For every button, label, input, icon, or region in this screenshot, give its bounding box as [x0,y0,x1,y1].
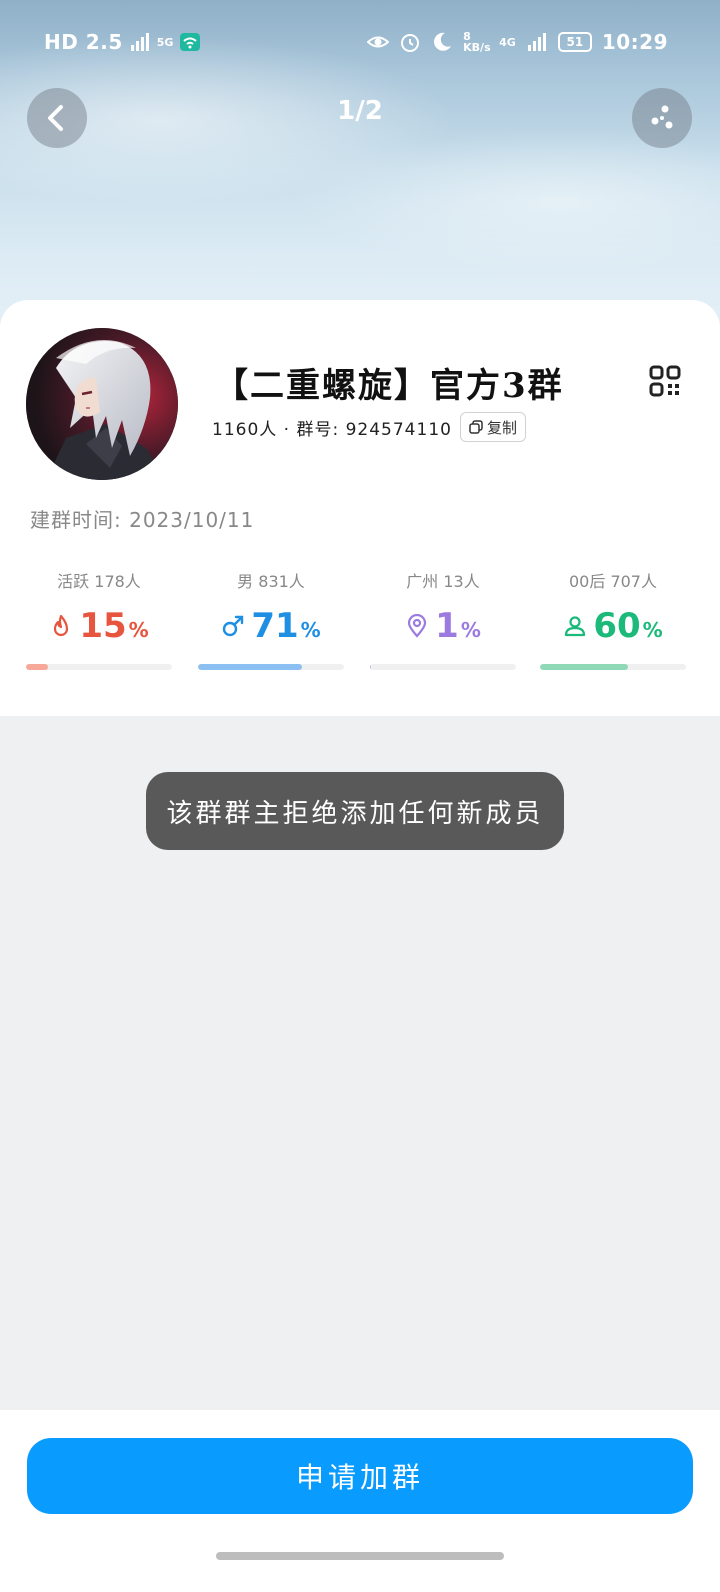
stat-progress-fill [540,664,628,670]
home-indicator[interactable] [216,1552,504,1560]
stat-progress-track [26,664,172,670]
signal-bars-icon [130,33,149,51]
copy-icon [469,420,483,434]
stat-unit: % [128,618,149,642]
group-meta-row: 1160人 · 群号: 924574110 复制 [212,412,526,442]
group-name: 【二重螺旋】官方3群 [214,366,564,406]
stat-number: 60 [593,606,641,646]
qr-code-icon[interactable] [648,364,682,398]
apply-join-group-button[interactable]: 申请加群 [27,1438,693,1514]
member-count-and-id: 1160人 · 群号: 924574110 [212,419,452,440]
screen: HD 2.5 5G 8 KB/s 4G 51 10:29 1/2 【二重螺旋】官… [0,0,720,1592]
stat-male: 男 831人 71 % [198,562,344,674]
stat-label: 男 831人 [237,572,305,591]
person-icon [565,616,586,637]
stat-label: 广州 13人 [406,572,480,591]
chevron-left-icon [48,105,63,131]
stat-active: 活跃 178人 15 % [26,562,172,674]
battery-level: 51 [566,34,584,49]
alarm-icon [401,34,420,52]
copy-button-label: 复制 [486,418,517,437]
page-indicator: 1/2 [337,96,383,126]
stat-progress-track [370,664,516,670]
group-created-date: 建群时间: 2023/10/11 [30,508,255,532]
eye-icon [367,36,390,48]
stat-label: 00后 707人 [569,572,657,591]
male-icon [223,615,244,637]
status-left: HD 2.5 5G [44,30,201,54]
status-left-text: HD 2.5 [44,30,123,54]
copy-group-id-button[interactable]: 复制 [459,412,526,442]
network-type-label: 5G [156,35,174,49]
stat-label: 活跃 178人 [57,572,141,591]
stat-number: 1 [435,606,459,646]
status-right: 8 KB/s 4G 51 10:29 [367,30,668,54]
stat-progress-fill [26,664,48,670]
flame-icon [54,614,69,637]
bottom-action-bar: 申请加群 [0,1410,720,1592]
group-info-card: 【二重螺旋】官方3群 1160人 · 群号: 924574110 复制 建群时间… [0,300,720,716]
stat-progress-track [540,664,686,670]
share-button[interactable] [632,88,692,148]
network-speed: 8 KB/s [463,30,491,54]
stat-location: 广州 13人 1 % [370,562,516,674]
toast-message: 该群群主拒绝添加任何新成员 [146,772,564,850]
wifi-icon [180,33,201,51]
stat-unit: % [460,618,481,642]
stat-progress-fill [370,664,372,670]
stat-value: 1 % [370,606,516,646]
avatar-image [26,328,178,480]
stat-number: 71 [251,606,299,646]
stat-unit: % [300,618,321,642]
stat-value: 71 % [198,606,344,646]
clock: 10:29 [601,30,668,54]
share-icon [651,105,673,129]
status-bar: HD 2.5 5G 8 KB/s 4G 51 10:29 [0,26,720,62]
cell-signal-icon [527,33,546,51]
group-avatar[interactable] [26,328,178,480]
moon-icon [434,32,452,51]
location-icon [408,614,427,638]
mobile-network-label: 4G [499,35,516,49]
group-stats: 活跃 178人 15 % 男 831人 71 % 广州 13人 1 % 00后 … [26,562,694,674]
stat-value: 15 % [26,606,172,646]
stat-progress-track [198,664,344,670]
stat-value: 60 % [540,606,686,646]
stat-number: 15 [79,606,127,646]
battery-icon: 51 [557,32,592,52]
stat-age: 00后 707人 60 % [540,562,686,674]
back-button[interactable] [27,88,87,148]
stat-unit: % [642,618,663,642]
stat-progress-fill [198,664,302,670]
